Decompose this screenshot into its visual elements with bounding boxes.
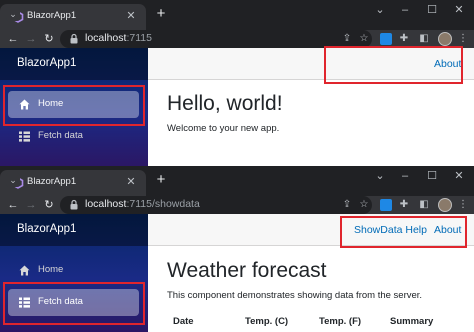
new-tab-icon[interactable]: + [153,6,169,22]
tab-close-icon[interactable]: ✕ [124,9,138,22]
tab-close-icon[interactable]: ✕ [124,175,138,188]
close-window-icon[interactable]: ✕ [450,2,468,18]
table-header-temp-f: Temp. (F) [319,316,362,327]
minimize-icon[interactable]: – [396,168,414,184]
highlight-box-nav [3,85,145,126]
tab-search-icon[interactable]: ⌄ [6,173,20,187]
browser-window-showdata: BlazorApp1 ✕ ⌄ + ⌄ – ☐ ✕ ← → ↻ localhost… [0,166,474,332]
trello-extension-icon[interactable] [380,33,392,45]
page-heading: Hello, world! [167,92,283,115]
extensions-puzzle-icon[interactable]: ✚ [398,33,410,45]
brand-name[interactable]: BlazorApp1 [17,57,76,69]
tab-strip: BlazorApp1 ✕ ⌄ + ⌄ – ☐ ✕ [0,0,474,30]
tab-title: BlazorApp1 [27,176,77,187]
highlight-box-toplinks [324,46,463,84]
tab-list-chevron-icon[interactable]: ⌄ [371,168,389,184]
browser-window-home: BlazorApp1 ✕ ⌄ + ⌄ – ☐ ✕ ← → ↻ localhost… [0,0,474,166]
tab-search-icon[interactable]: ⌄ [6,7,20,21]
share-icon[interactable]: ⇪ [341,33,353,45]
sidepanel-icon[interactable]: ◧ [418,199,430,211]
menu-kebab-icon[interactable]: ⋮ [457,33,469,45]
close-window-icon[interactable]: ✕ [450,168,468,184]
table-header-date: Date [173,316,194,327]
nav-item-home[interactable]: Home [8,257,139,284]
page-text: This component demonstrates showing data… [167,290,423,301]
forward-icon[interactable]: → [24,197,38,213]
url-text: localhost:7115 [85,32,152,44]
url-path: :7115 [126,32,152,44]
address-bar[interactable]: localhost:7115/showdata ⇪ ☆ [60,196,372,214]
reload-icon[interactable]: ↻ [42,197,56,213]
trello-extension-icon[interactable] [380,199,392,211]
tab-strip: BlazorApp1 ✕ ⌄ + ⌄ – ☐ ✕ [0,166,474,196]
highlight-box-toplinks [340,216,467,248]
profile-avatar[interactable] [438,198,452,212]
table-header-summary: Summary [390,316,434,327]
url-host: localhost [85,198,127,210]
minimize-icon[interactable]: – [396,2,414,18]
tab-title: BlazorApp1 [27,10,77,21]
browser-toolbar: ← → ↻ localhost:7115/showdata ⇪ ☆ ✚ ◧ ⋮ [0,196,474,214]
brand-bar: BlazorApp1 [0,48,148,80]
brand-name[interactable]: BlazorApp1 [17,223,76,235]
url-host: localhost [85,32,127,44]
tab-list-chevron-icon[interactable]: ⌄ [371,2,389,18]
maximize-icon[interactable]: ☐ [423,2,441,18]
page-text: Welcome to your new app. [167,123,280,134]
share-icon[interactable]: ⇪ [341,199,353,211]
profile-avatar[interactable] [438,32,452,46]
browser-tab[interactable]: BlazorApp1 ✕ [0,4,146,30]
back-icon[interactable]: ← [6,197,20,213]
home-icon [19,265,30,276]
menu-kebab-icon[interactable]: ⋮ [457,199,469,211]
url-path: :7115/showdata [126,198,200,210]
reload-icon[interactable]: ↻ [42,31,56,47]
brand-bar: BlazorApp1 [0,214,148,246]
table-header-temp-c: Temp. (C) [245,316,289,327]
back-icon[interactable]: ← [6,31,20,47]
page-heading: Weather forecast [167,259,327,282]
browser-tab[interactable]: BlazorApp1 ✕ [0,170,146,196]
bookmark-star-icon[interactable]: ☆ [358,33,370,45]
sidepanel-icon[interactable]: ◧ [418,33,430,45]
lock-icon [70,33,78,44]
extensions-puzzle-icon[interactable]: ✚ [398,199,410,211]
nav-label-home: Home [38,264,64,275]
new-tab-icon[interactable]: + [153,172,169,188]
nav-item-fetch-data[interactable]: Fetch data [8,123,139,150]
maximize-icon[interactable]: ☐ [423,168,441,184]
bookmark-star-icon[interactable]: ☆ [358,199,370,211]
nav-label-fetch-data: Fetch data [38,130,83,141]
highlight-box-nav [3,282,145,325]
url-text: localhost:7115/showdata [85,198,200,210]
list-icon [19,131,30,142]
forward-icon[interactable]: → [24,31,38,47]
lock-icon [70,199,78,210]
